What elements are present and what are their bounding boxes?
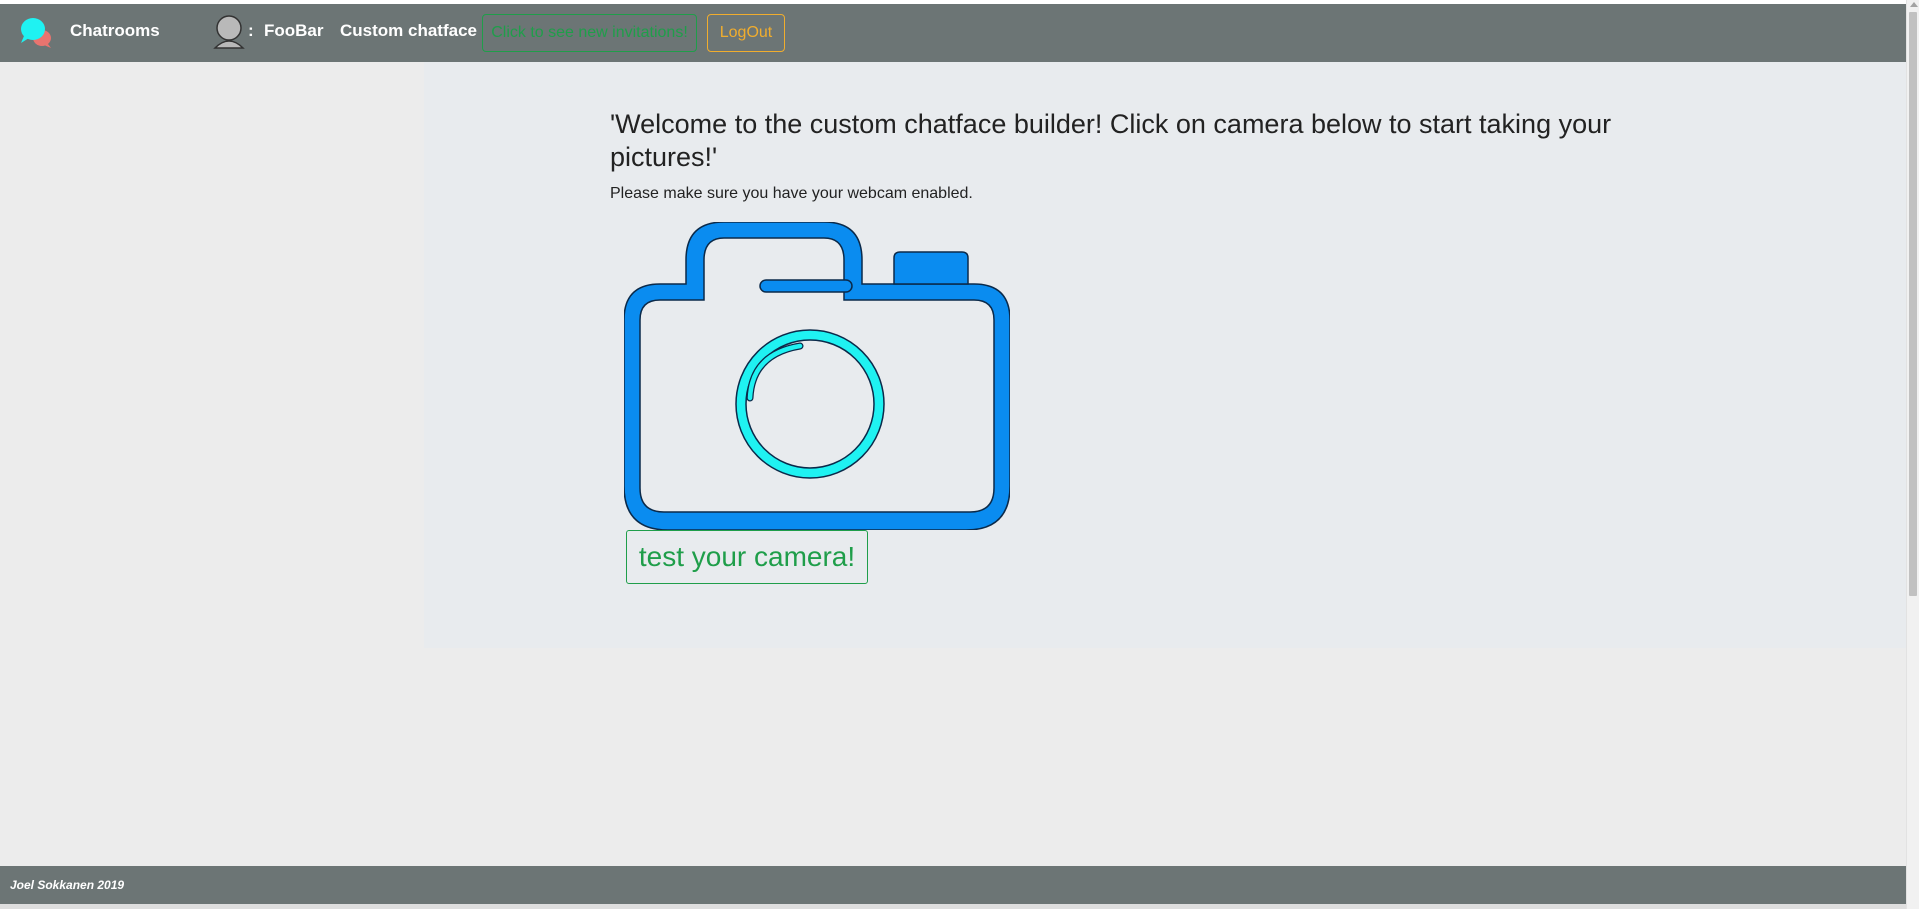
logout-button[interactable]: LogOut xyxy=(707,14,785,52)
scroll-up-icon[interactable] xyxy=(1910,2,1918,7)
username-link[interactable]: FooBar xyxy=(264,21,324,41)
camera-icon[interactable] xyxy=(624,222,1010,530)
bottom-border xyxy=(0,904,1906,909)
footer: Joel Sokkanen 2019 xyxy=(0,866,1906,904)
user-colon: : xyxy=(248,21,254,40)
user-avatar-icon xyxy=(213,15,245,49)
invitations-button[interactable]: Click to see new invitations! xyxy=(482,14,697,52)
navbar: Chatrooms : FooBar Custom chatface Click… xyxy=(0,4,1906,62)
scrollbar-thumb[interactable] xyxy=(1909,12,1917,596)
test-camera-button[interactable]: test your camera! xyxy=(626,530,868,584)
page-title: 'Welcome to the custom chatface builder!… xyxy=(610,109,1612,172)
footer-credit: Joel Sokkanen 2019 xyxy=(10,878,125,892)
webcam-notice: Please make sure you have your webcam en… xyxy=(610,185,973,202)
brand-link[interactable]: Chatrooms xyxy=(70,21,160,41)
vertical-scrollbar[interactable] xyxy=(1906,0,1919,909)
custom-chatface-link[interactable]: Custom chatface xyxy=(340,21,477,41)
chat-bubbles-icon[interactable] xyxy=(18,14,54,50)
